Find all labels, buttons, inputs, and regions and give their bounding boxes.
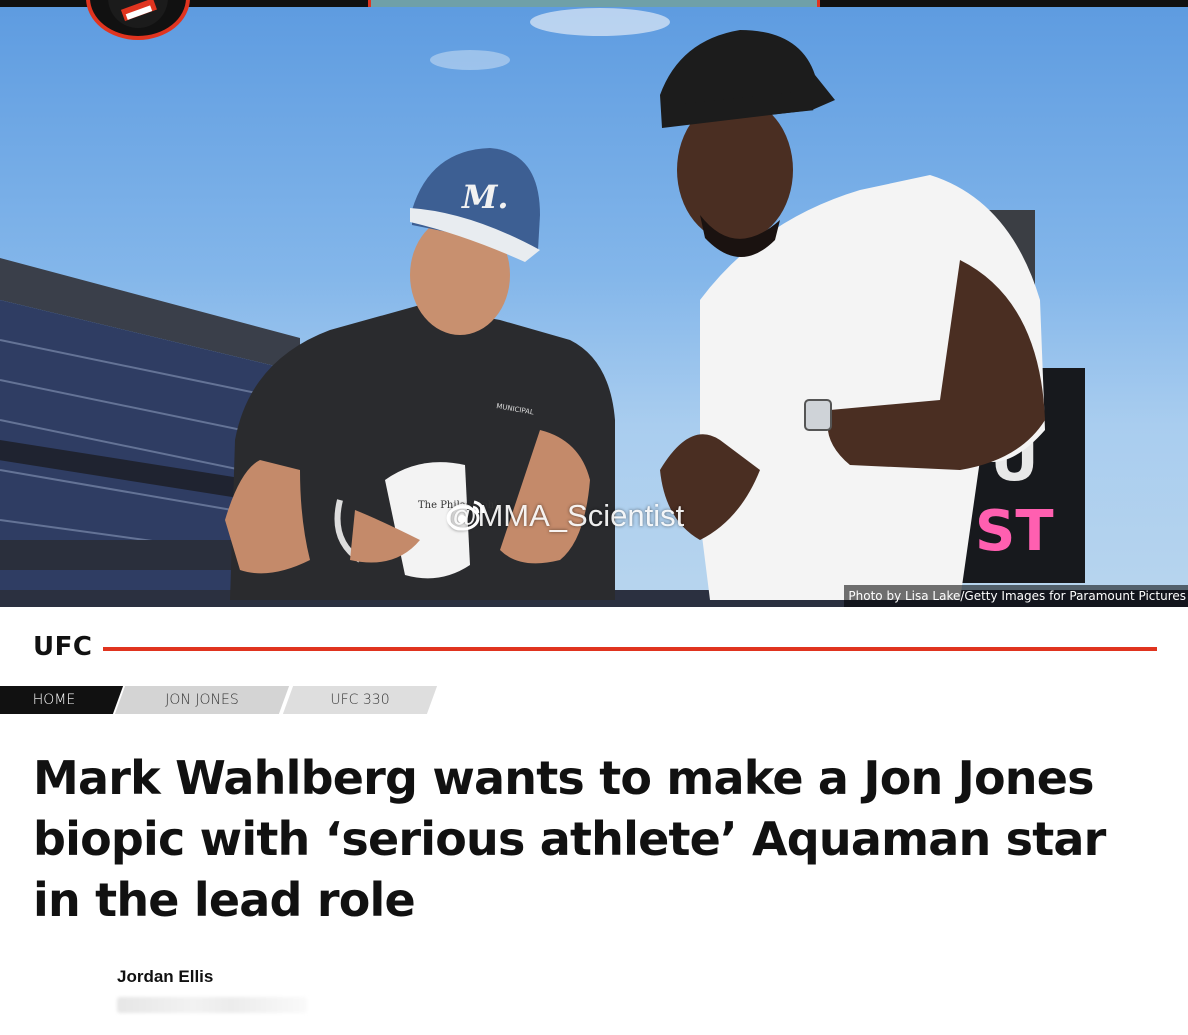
breadcrumb-ufc-330-label: UFC 330 [330,692,390,708]
article-headline: Mark Wahlberg wants to make a Jon Jones … [33,751,1106,927]
svg-text:ST: ST [975,499,1054,564]
photo-credit: Photo by Lisa Lake/Getty Images for Para… [844,585,1188,607]
section-header: UFC [33,632,1157,666]
breadcrumb-home[interactable]: HOME [0,686,118,714]
watermark: @MMA_Scientist [446,498,684,534]
breadcrumb-home-label: HOME [32,692,76,708]
hero-image: U ST M. MUNICIPAL The Philadelphia @MMA_… [0,0,1188,607]
breadcrumb-ufc-330[interactable]: UFC 330 [288,686,432,714]
logo-mark [108,0,168,28]
breadcrumb-jon-jones-label: JON JONES [165,692,239,708]
author-name[interactable]: Jordan Ellis [117,967,213,987]
weibo-icon [446,500,485,531]
publish-date-blurred [117,997,307,1013]
cap-logo-text: M. [461,178,509,216]
section-label[interactable]: UFC [33,632,92,662]
top-nav-accent [368,0,820,7]
breadcrumb-jon-jones[interactable]: JON JONES [120,686,284,714]
site-logo-icon[interactable] [86,0,190,40]
section-divider [103,647,1157,651]
